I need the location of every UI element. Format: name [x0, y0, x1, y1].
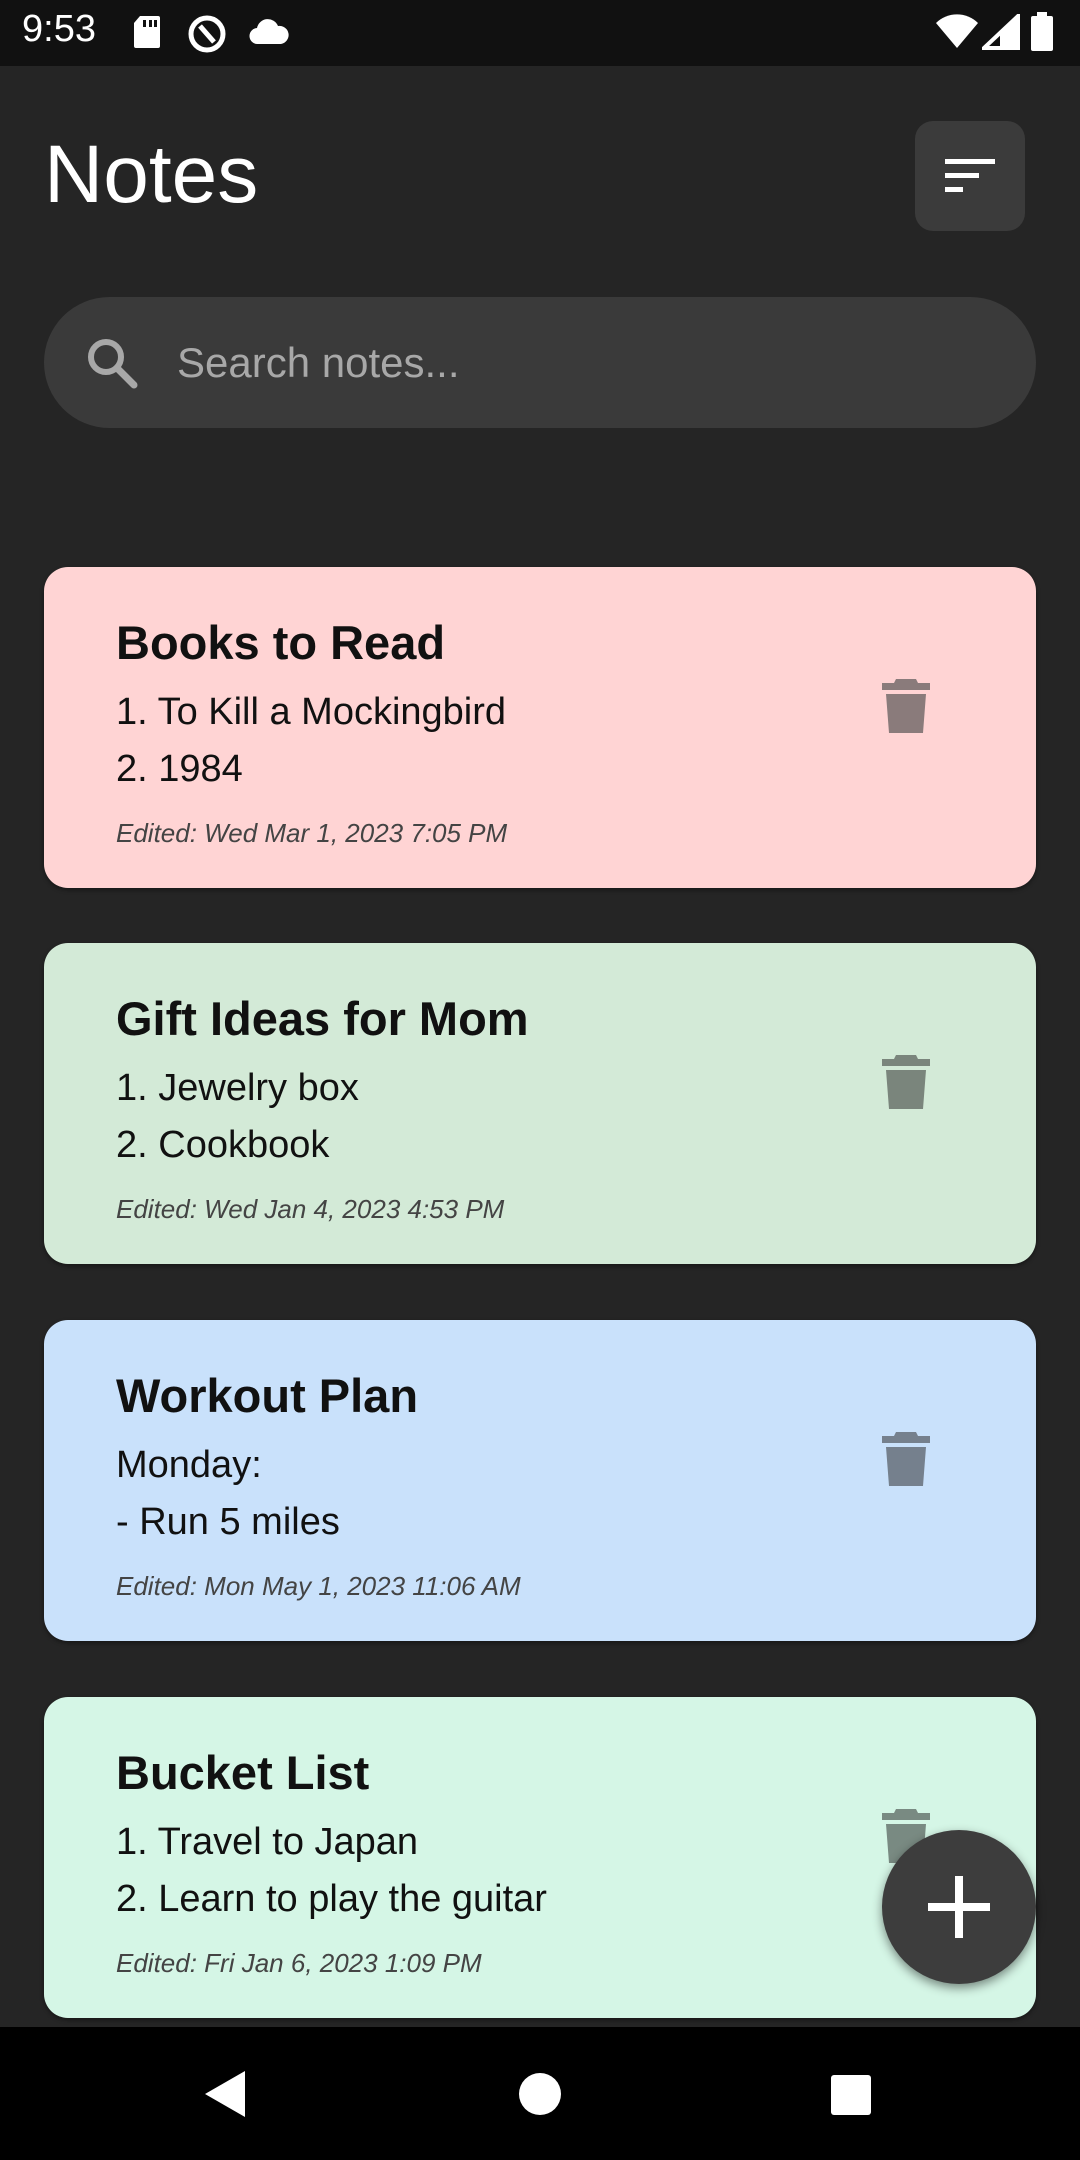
battery-icon	[1030, 12, 1054, 57]
note-card[interactable]: Books to Read 1. To Kill a Mockingbird 2…	[44, 567, 1036, 888]
note-edited-timestamp: Edited: Fri Jan 6, 2023 1:09 PM	[116, 1948, 482, 1978]
search-bar[interactable]	[44, 297, 1036, 428]
status-time: 9:53	[22, 8, 96, 50]
note-title: Gift Ideas for Mom	[116, 992, 529, 1045]
note-preview-line: 2. Learn to play the guitar	[116, 1878, 547, 1920]
note-title: Books to Read	[116, 616, 446, 669]
wifi-icon	[935, 14, 979, 55]
note-preview-line: 1. To Kill a Mockingbird	[116, 691, 507, 733]
note-preview-line: - Run 5 miles	[116, 1501, 340, 1543]
note-edited-timestamp: Edited: Wed Jan 4, 2023 4:53 PM	[116, 1194, 505, 1224]
data-saver-icon	[187, 14, 227, 59]
note-preview-line: Monday:	[116, 1444, 262, 1486]
note-card[interactable]: Gift Ideas for Mom 1. Jewelry box 2. Coo…	[44, 943, 1036, 1264]
home-icon[interactable]	[517, 2071, 563, 2117]
note-card[interactable]: Bucket List 1. Travel to Japan 2. Learn …	[44, 1697, 1036, 2018]
note-preview-line: 2. Cookbook	[116, 1124, 330, 1166]
search-icon	[88, 339, 138, 389]
note-preview-line: 2. 1984	[116, 748, 243, 790]
note-preview-line: 1. Travel to Japan	[116, 1821, 419, 1863]
sort-icon	[945, 159, 995, 192]
recents-icon[interactable]	[829, 2073, 873, 2117]
page-title: Notes	[44, 129, 259, 220]
sort-button[interactable]	[915, 121, 1025, 231]
note-preview-line: 1. Jewelry box	[116, 1067, 359, 1109]
note-card[interactable]: Workout Plan Monday: - Run 5 miles Edite…	[44, 1320, 1036, 1641]
note-title: Bucket List	[116, 1746, 370, 1799]
search-input[interactable]	[175, 327, 999, 399]
note-edited-timestamp: Edited: Mon May 1, 2023 11:06 AM	[116, 1571, 521, 1601]
delete-icon[interactable]	[876, 1429, 936, 1489]
note-edited-timestamp: Edited: Wed Mar 1, 2023 7:05 PM	[116, 818, 508, 848]
note-title: Workout Plan	[116, 1369, 419, 1422]
back-icon[interactable]	[203, 2069, 247, 2119]
delete-icon[interactable]	[876, 1052, 936, 1112]
navigation-bar	[0, 2027, 1080, 2160]
cloud-icon	[248, 18, 290, 51]
delete-icon[interactable]	[876, 676, 936, 736]
sd-card-icon	[132, 14, 162, 55]
cell-signal-icon	[978, 11, 1020, 55]
plus-icon	[928, 1876, 990, 1938]
add-note-button[interactable]	[882, 1830, 1036, 1984]
status-bar: 9:53	[0, 0, 1080, 66]
